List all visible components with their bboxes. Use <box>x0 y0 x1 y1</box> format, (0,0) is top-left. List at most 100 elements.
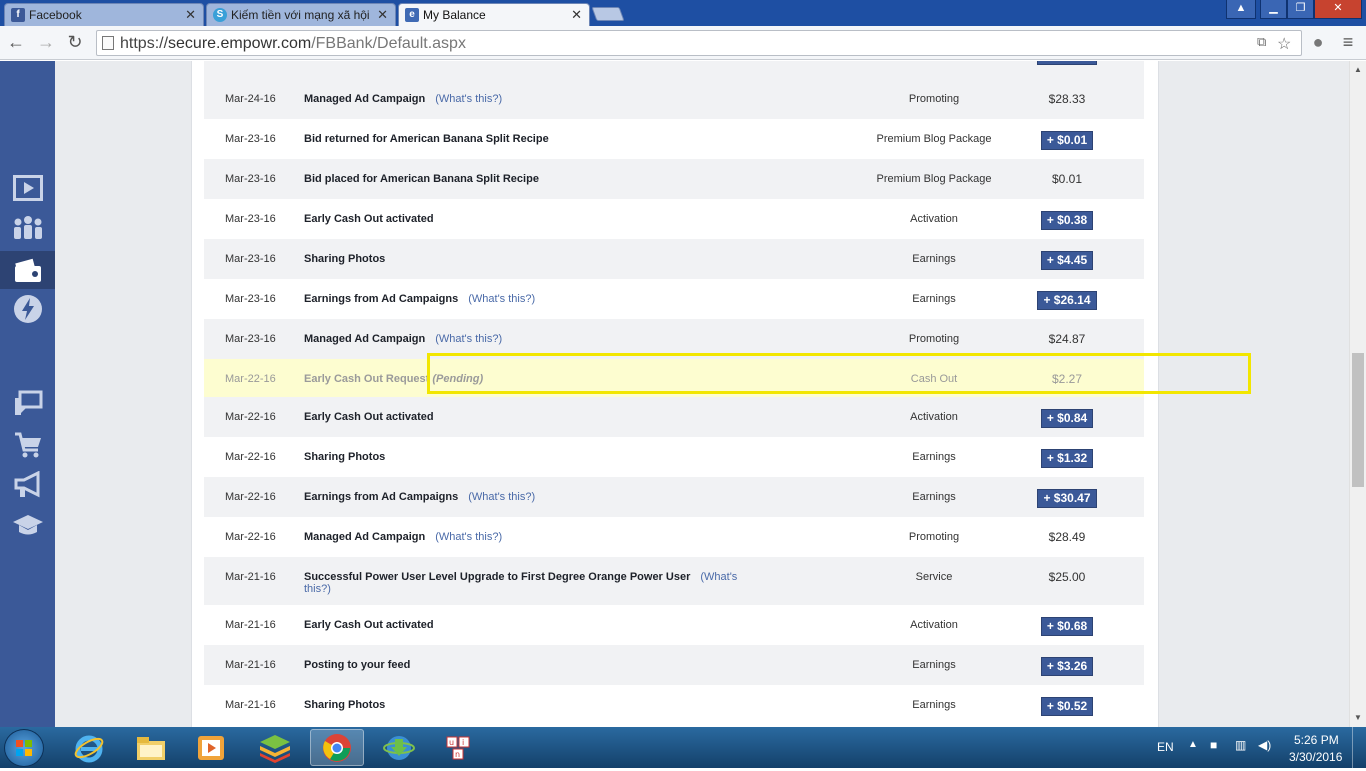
empowr-e-icon: e <box>405 8 419 22</box>
maximize-button[interactable]: ❐ <box>1287 0 1314 19</box>
row-description-text: Managed Ad Campaign <box>304 531 426 543</box>
taskbar-chrome[interactable] <box>310 729 364 766</box>
row-category: Premium Blog Package <box>876 133 992 145</box>
row-description: Early Cash Out activated <box>304 619 754 631</box>
back-button[interactable]: ← <box>5 31 27 53</box>
sidebar-item-video[interactable] <box>0 169 55 207</box>
row-date: Mar-22-16 <box>225 531 276 543</box>
row-date: Mar-23-16 <box>225 253 276 265</box>
feedback-icon <box>14 390 42 415</box>
row-category: Service <box>915 571 953 583</box>
table-row: Mar-23-16 Early Cash Out activated Activat… <box>204 199 1144 239</box>
whats-this-link[interactable]: (What's this?) <box>435 333 502 345</box>
media-player-icon <box>198 735 224 760</box>
row-description-text: Sharing Photos <box>304 253 386 265</box>
tray-security-icon[interactable]: ■ <box>1210 738 1217 752</box>
sidebar-item-power[interactable] <box>0 290 55 328</box>
scroll-down-arrow-icon[interactable]: ▼ <box>1354 713 1362 722</box>
close-window-button[interactable]: ✕ <box>1314 0 1362 19</box>
start-button[interactable] <box>4 729 44 767</box>
reload-button[interactable]: ↻ <box>64 31 86 53</box>
whats-this-link[interactable]: (What's this?) <box>468 491 535 503</box>
url-path: /FBBank/Default.aspx <box>311 35 466 52</box>
sidebar-item-shop[interactable] <box>0 426 55 464</box>
whats-this-link[interactable]: (What's this?) <box>468 293 535 305</box>
tray-volume-icon[interactable]: ◀) <box>1258 738 1271 752</box>
row-description: Posting to your feed <box>304 659 754 671</box>
row-description-text: Early Cash Out activated <box>304 411 434 423</box>
new-tab-button[interactable] <box>591 7 625 21</box>
taskbar-media-player[interactable] <box>184 729 238 766</box>
tab-my-balance[interactable]: e My Balance ✕ <box>398 3 590 26</box>
address-bar[interactable]: https://secure.empowr.com/FBBank/Default… <box>96 30 1302 56</box>
row-date: Mar-21-16 <box>225 659 276 671</box>
close-icon[interactable]: ✕ <box>571 7 582 23</box>
sidebar-item-feedback[interactable] <box>0 385 55 423</box>
tray-network-icon[interactable]: ▥ <box>1235 738 1246 752</box>
windows-logo-icon <box>16 740 32 756</box>
row-category: Activation <box>910 619 958 631</box>
amount-badge: + $30.47 <box>1037 489 1097 508</box>
row-date: Mar-23-16 <box>225 133 276 145</box>
sidebar-item-people[interactable] <box>0 209 55 247</box>
page-scrollbar[interactable]: ▲ ▼ <box>1349 61 1366 727</box>
row-description-text: Sharing Photos <box>304 451 386 463</box>
whats-this-link[interactable]: (What's this?) <box>435 93 502 105</box>
taskbar-file-explorer[interactable] <box>124 729 178 766</box>
row-description: Bid placed for American Banana Split Rec… <box>304 173 754 185</box>
browser-toolbar: ← → ↻ https://secure.empowr.com/FBBank/D… <box>0 26 1366 60</box>
taskbar-internet-explorer[interactable] <box>62 729 116 766</box>
scroll-thumb[interactable] <box>1352 353 1364 487</box>
row-description: Bid returned for American Banana Split R… <box>304 133 754 145</box>
close-icon[interactable]: ✕ <box>185 7 196 23</box>
menu-icon[interactable]: ≡ <box>1337 31 1359 53</box>
row-description: Managed Ad Campaign (What's this?) <box>304 333 754 345</box>
extension-icon[interactable]: ● <box>1307 31 1329 53</box>
table-row-partial <box>204 61 1144 79</box>
sidebar-item-learn[interactable] <box>0 506 55 544</box>
scroll-up-arrow-icon[interactable]: ▲ <box>1354 65 1362 74</box>
row-category: Promoting <box>908 333 960 345</box>
whats-this-link[interactable]: (What's this?) <box>435 531 502 543</box>
row-amount-cell: $24.87 <box>1034 332 1100 346</box>
profile-icon[interactable]: ▲ <box>1226 0 1256 19</box>
show-hidden-icons-icon[interactable]: ▲ <box>1188 739 1198 750</box>
clock-time[interactable]: 5:26 PM <box>1294 733 1339 747</box>
table-row: Mar-21-16 Early Cash Out activated Activat… <box>204 605 1144 645</box>
sidebar-item-promote[interactable] <box>0 466 55 504</box>
taskbar-bluestacks[interactable] <box>248 729 302 766</box>
star-icon[interactable]: ☆ <box>1277 34 1291 54</box>
row-date: Mar-23-16 <box>225 213 276 225</box>
row-category: Activation <box>910 411 958 423</box>
translate-icon[interactable]: ⧉ <box>1257 34 1266 50</box>
tab-kiem-tien[interactable]: S Kiếm tiền với mạng xã hội ✕ <box>206 3 396 26</box>
amount-badge: + $26.14 <box>1037 291 1097 310</box>
row-category: Promoting <box>908 93 960 105</box>
forward-button[interactable]: → <box>35 31 57 53</box>
row-description: Sharing Photos <box>304 253 754 265</box>
taskbar-download-manager[interactable] <box>372 729 426 766</box>
page-icon <box>102 36 114 50</box>
left-sidebar <box>0 61 55 727</box>
row-description: Early Cash Out activated <box>304 411 754 423</box>
minimize-button[interactable]: ▁ <box>1260 0 1287 19</box>
sidebar-item-wallet[interactable] <box>0 251 55 289</box>
row-category: Earnings <box>912 491 956 503</box>
row-description: Sharing Photos <box>304 451 754 463</box>
table-row: Mar-23-16 Earnings from Ad Campaigns (What… <box>204 279 1144 319</box>
people-group-icon <box>13 216 42 239</box>
show-desktop-button[interactable] <box>1352 727 1366 768</box>
main-content: Mar-24-16 Managed Ad Campaign (What's this… <box>55 61 1349 727</box>
taskbar-unikey[interactable]: uin <box>432 729 486 766</box>
row-amount-cell: + $0.38 <box>1034 211 1100 230</box>
internet-explorer-icon <box>74 735 104 762</box>
clock-date[interactable]: 3/30/2016 <box>1289 750 1342 764</box>
language-indicator[interactable]: EN <box>1157 740 1174 754</box>
row-amount-cell: $28.33 <box>1034 92 1100 106</box>
file-explorer-icon <box>137 736 165 760</box>
row-date: Mar-24-16 <box>225 93 276 105</box>
browser-tab-bar: f Facebook ✕ S Kiếm tiền với mạng xã hội… <box>0 0 1366 26</box>
amount-badge: + $0.52 <box>1040 697 1094 716</box>
close-icon[interactable]: ✕ <box>377 7 388 23</box>
tab-facebook[interactable]: f Facebook ✕ <box>4 3 204 26</box>
